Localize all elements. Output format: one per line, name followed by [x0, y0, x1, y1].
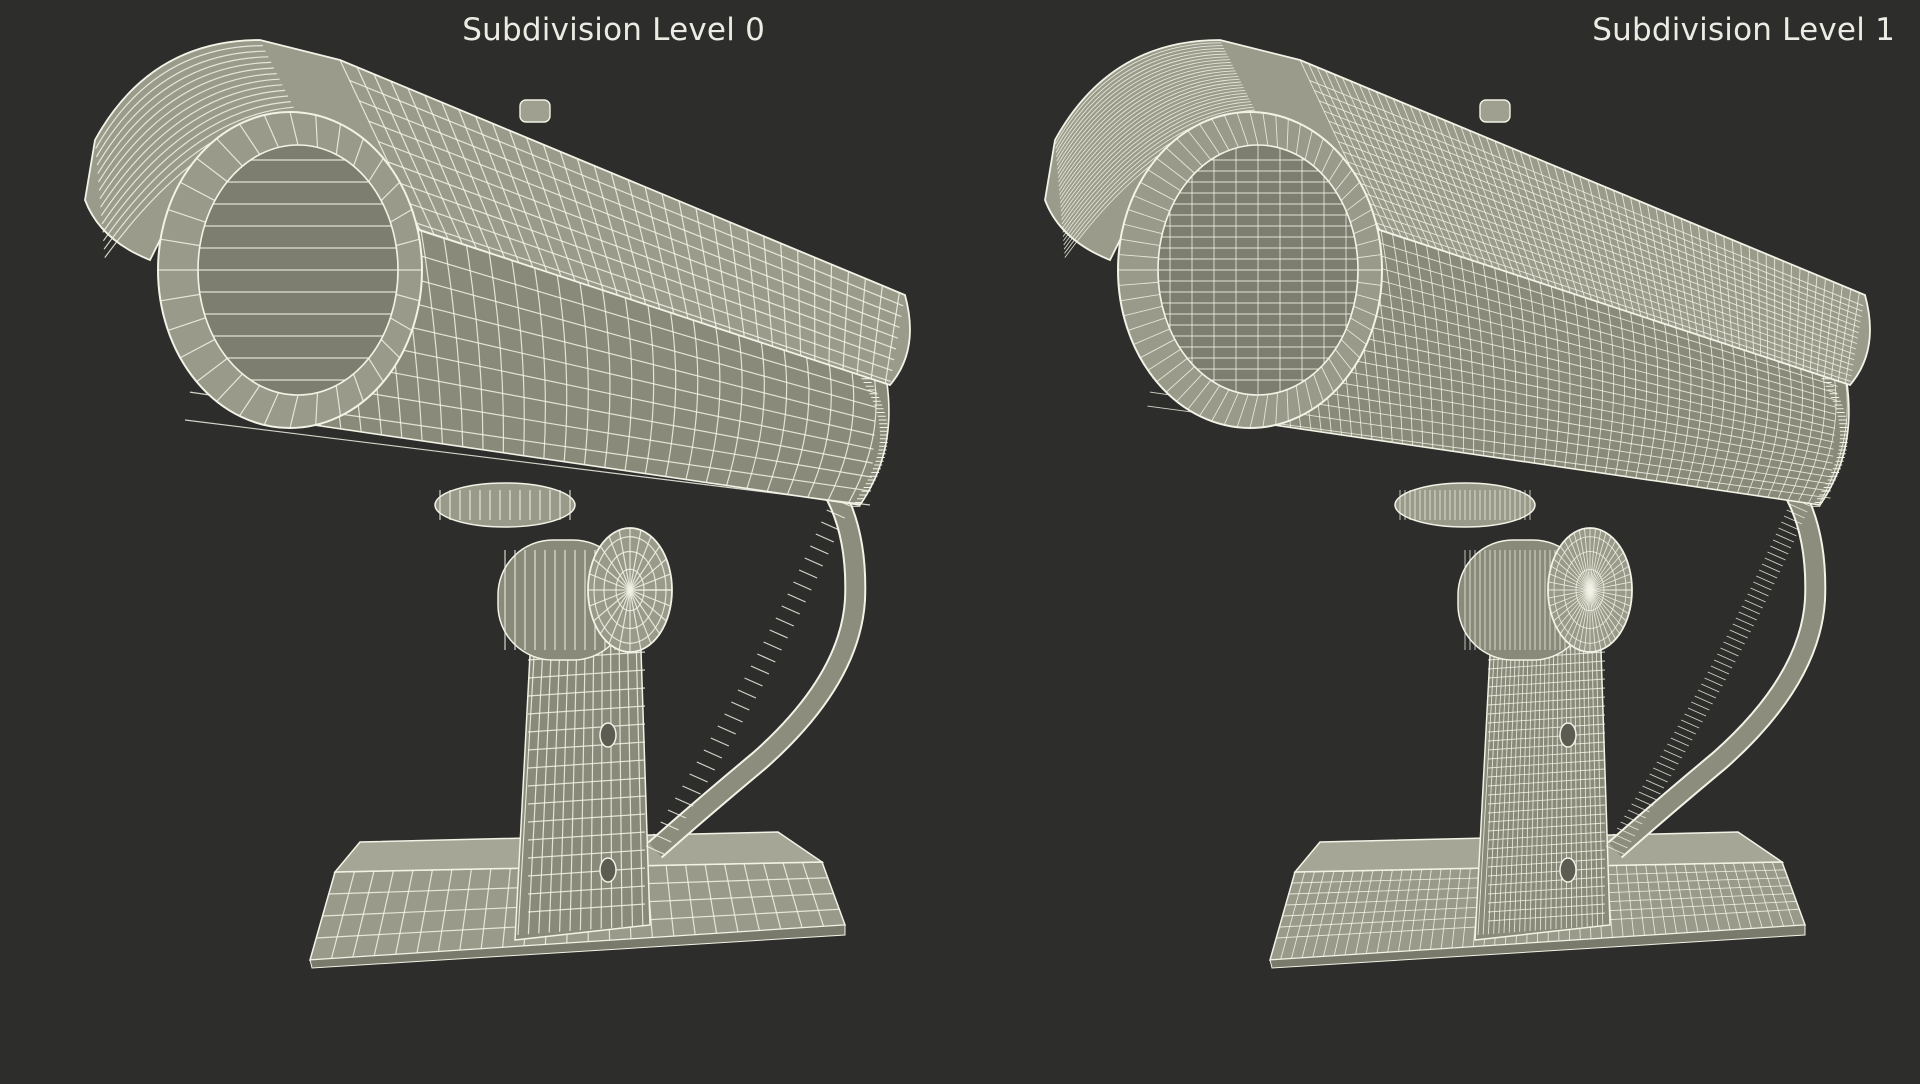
lens-front [1118, 112, 1382, 428]
wireframe-view-subdivision-0 [0, 0, 960, 1080]
hinge-joint [1458, 528, 1632, 660]
screw-icon [1560, 723, 1576, 747]
hinge-joint [498, 528, 672, 660]
cable [1606, 485, 1815, 854]
pivot-knob [588, 528, 672, 652]
pivot-knob [1548, 528, 1632, 652]
camera-model-subdivided [960, 0, 1920, 1080]
screw-icon [1560, 858, 1576, 882]
screw-icon [600, 723, 616, 747]
wireframe-view-subdivision-1 [960, 0, 1920, 1080]
camera-model-low-poly [0, 0, 960, 1080]
lens-front [158, 112, 422, 428]
mount-disc [435, 483, 575, 527]
mount-disc [1395, 483, 1535, 527]
screw-icon [600, 858, 616, 882]
cable [646, 485, 855, 854]
